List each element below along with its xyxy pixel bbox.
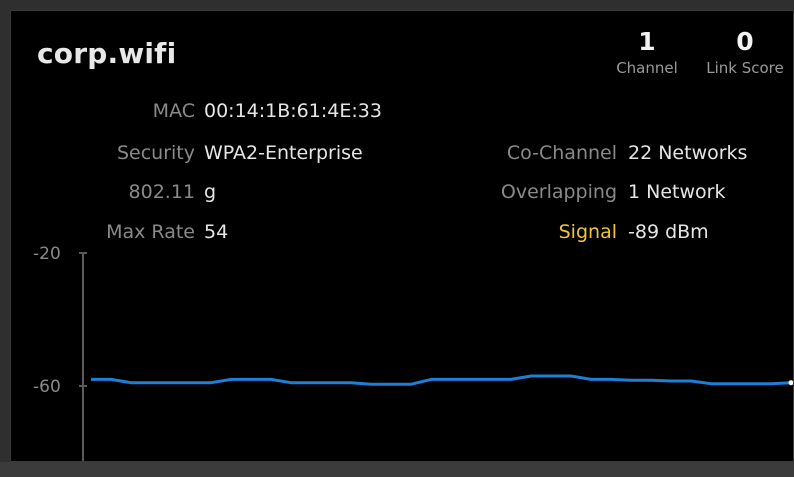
signal-line <box>91 374 792 386</box>
signal-current-point <box>788 380 793 386</box>
signal-history-chart: -20 -60 <box>33 244 793 461</box>
network-detail-panel: corp.wifi 1 Channel 0 Link Score MAC 00:… <box>10 10 794 462</box>
y-tick-label: -20 <box>33 244 61 264</box>
bottom-bar <box>0 462 794 477</box>
y-tick-label: -60 <box>33 377 61 397</box>
